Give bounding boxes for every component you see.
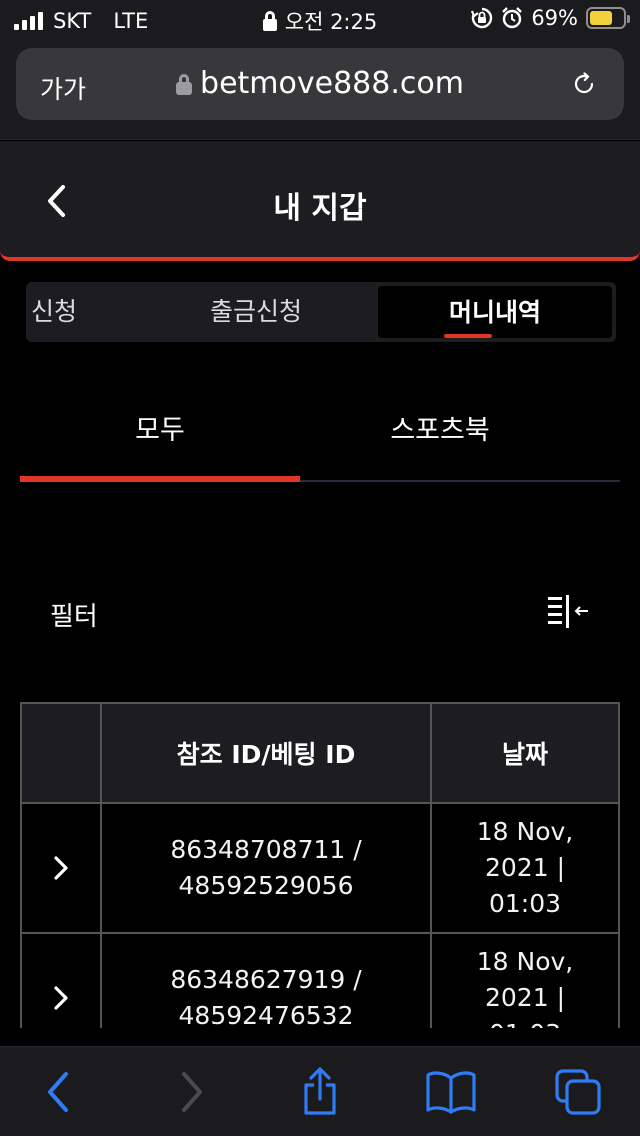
forward-icon[interactable] (178, 1070, 206, 1114)
share-button[interactable] (296, 1067, 344, 1117)
alarm-icon (502, 7, 523, 29)
table-header-row: 참조 ID/베팅 ID 날짜 (22, 704, 618, 804)
date-year: 2021 | (485, 853, 565, 882)
date-cell: 18 Nov, 2021 | 01:03 (432, 804, 618, 932)
table-row[interactable]: 86348708711 / 48592529056 18 Nov, 2021 |… (22, 804, 618, 934)
header-date: 날짜 (501, 740, 548, 769)
browser-back-button[interactable] (34, 1067, 82, 1117)
date-day: 18 Nov, (476, 947, 574, 976)
active-tab-indicator (444, 334, 492, 338)
reference-id-cell: 86348708711 / 48592529056 (102, 804, 432, 932)
back-icon[interactable] (44, 1070, 72, 1114)
filter-label[interactable]: 필터 (50, 596, 98, 633)
reload-icon[interactable] (572, 72, 596, 96)
reference-id-line: 86348627919 / (170, 965, 362, 994)
bookmarks-button[interactable] (424, 1067, 478, 1117)
date-time: 01:03 (488, 889, 562, 918)
wallet-tabs: 신청 출금신청 머니내역 (26, 282, 616, 342)
bookmarks-icon[interactable] (425, 1070, 477, 1114)
date-time: 01:03 (477, 1016, 574, 1028)
subtab-sportsbook[interactable]: 스포츠북 (300, 408, 580, 447)
status-bar: SKT LTE 오전 2:25 69% (0, 0, 640, 40)
bet-id-line: 48592476532 (178, 1001, 354, 1028)
battery-percent: 69% (531, 6, 578, 30)
tab-money-history[interactable]: 머니내역 (378, 286, 612, 338)
secure-lock-icon (176, 73, 193, 95)
reference-id-line: 86348708711 / (170, 835, 362, 864)
url-display[interactable]: betmove888.com (16, 66, 624, 101)
bet-id-line: 48592529056 (178, 871, 354, 900)
table-row[interactable]: 86348627919 / 48592476532 18 Nov, 2021 |… (22, 934, 618, 1028)
browser-toolbar (0, 1046, 640, 1136)
expand-cell[interactable] (22, 804, 102, 932)
reference-id-cell: 86348627919 / 48592476532 (102, 934, 432, 1028)
tab-deposit-request[interactable]: 신청 (26, 282, 94, 342)
lock-icon (262, 11, 277, 31)
header-expand-column (22, 704, 102, 802)
date-year: 2021 | (485, 983, 565, 1012)
date-cell: 18 Nov, 2021 | 01:03 (432, 934, 618, 1028)
expand-cell[interactable] (22, 934, 102, 1028)
history-filter-tabs: 모두 스포츠북 (20, 390, 620, 482)
status-right: 69% (471, 6, 630, 30)
browser-forward-button[interactable] (168, 1067, 216, 1117)
battery-icon (586, 7, 630, 29)
wallet-header: 내 지갑 (0, 141, 640, 261)
filter-collapse-icon[interactable] (546, 594, 590, 630)
tabs-icon[interactable] (554, 1068, 602, 1116)
tab-withdrawal-request[interactable]: 출금신청 (176, 282, 336, 342)
date-day: 18 Nov, (476, 817, 574, 846)
subtab-active-indicator (20, 476, 300, 482)
history-table: 참조 ID/베팅 ID 날짜 86348708711 / 48592529056… (20, 702, 620, 1028)
expand-chevron-icon[interactable] (53, 855, 69, 881)
header-reference-id: 참조 ID/베팅 ID (102, 704, 432, 802)
status-time: 오전 2:25 (284, 10, 378, 34)
share-icon[interactable] (300, 1067, 340, 1117)
tabs-button[interactable] (554, 1067, 602, 1117)
page-title: 내 지갑 (273, 191, 367, 226)
subtab-all[interactable]: 모두 (20, 408, 300, 447)
rotation-lock-icon (471, 7, 493, 29)
address-bar[interactable]: 가가 betmove888.com (16, 48, 624, 120)
expand-chevron-icon[interactable] (53, 985, 69, 1011)
browser-address-area: 가가 betmove888.com (0, 40, 640, 140)
url-text: betmove888.com (200, 66, 464, 101)
